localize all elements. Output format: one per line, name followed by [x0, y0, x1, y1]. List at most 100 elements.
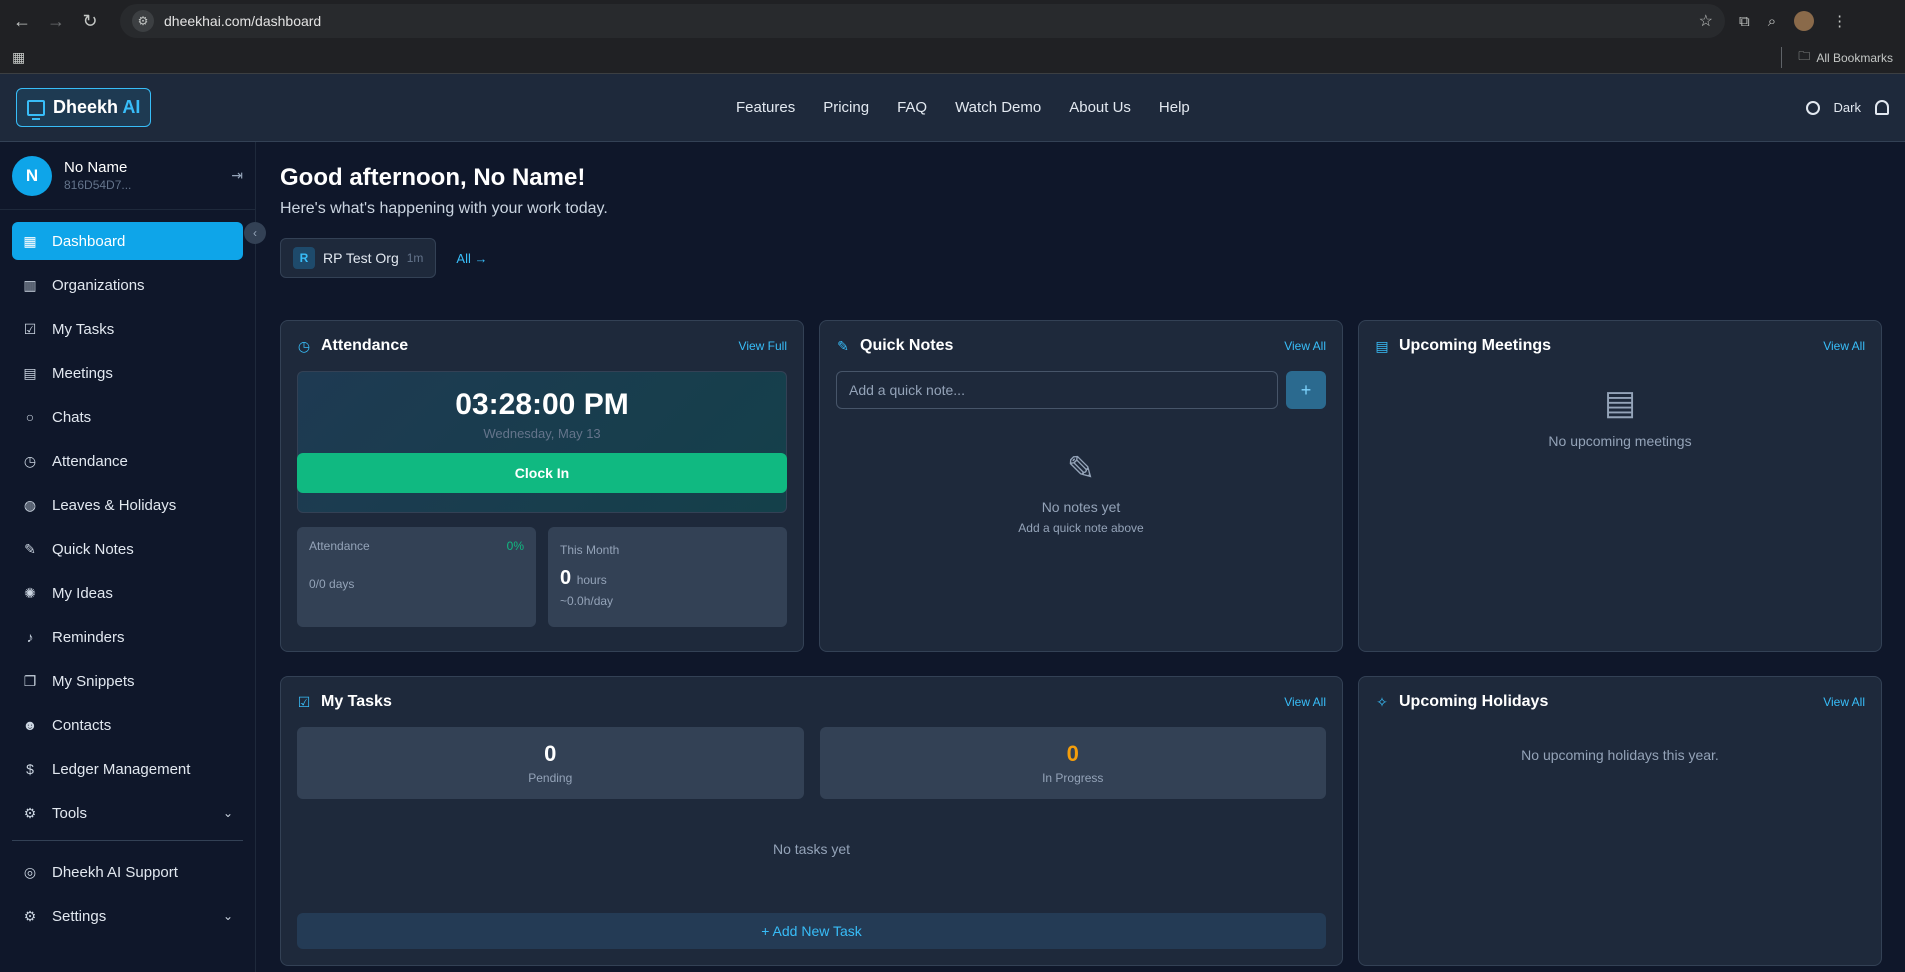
sidebar: N No Name 816D54D7... ⇥ ‹ ▦ Dashboard ▥ Or… [0, 142, 266, 972]
apps-icon[interactable]: ▦ [12, 49, 25, 66]
org-name: RP Test Org [323, 250, 399, 266]
sidebar-item-attendance[interactable]: ◷ Attendance [12, 442, 243, 480]
top-nav: Features Pricing FAQ Watch Demo About Us… [736, 99, 1190, 116]
current-time: 03:28:00 PM [455, 388, 629, 421]
attendance-percent: 0% [506, 539, 524, 553]
sidebar-item-my-ideas[interactable]: ✺ My Ideas [12, 574, 243, 612]
sidebar-item-dashboard[interactable]: ▦ Dashboard [12, 222, 243, 260]
folder-icon: 🗀 [1798, 49, 1811, 63]
current-date: Wednesday, May 13 [483, 426, 601, 441]
bulb-icon: ✺ [24, 584, 36, 601]
extensions-icon[interactable]: ⧉ [1739, 13, 1750, 30]
sidebar-item-organizations[interactable]: ▥ Organizations [12, 266, 243, 304]
nav-faq[interactable]: FAQ [897, 99, 927, 116]
monitor-icon [27, 99, 45, 120]
view-all-notes-link[interactable]: View All [1284, 339, 1326, 353]
holidays-card: ✧ Upcoming Holidays View All No upcoming… [1358, 676, 1882, 966]
card-title: Attendance [321, 337, 409, 354]
add-note-button[interactable]: + [1286, 371, 1326, 409]
calendar-icon: ▤ [23, 364, 37, 381]
address-bar[interactable]: ⚙ dheekhai.com/dashboard ☆ [120, 4, 1725, 38]
sidebar-item-leaves-holidays[interactable]: ◍ Leaves & Holidays [12, 486, 243, 524]
user-profile: N No Name 816D54D7... ⇥ [0, 142, 255, 210]
sidebar-item-contacts[interactable]: ☻ Contacts [12, 706, 243, 744]
meetings-empty-state: ▤ No upcoming meetings [1359, 383, 1881, 449]
view-all-tasks-link[interactable]: View All [1284, 695, 1326, 709]
clipboard-icon: ☑ [23, 320, 37, 337]
bookmark-star-icon[interactable]: ☆ [1699, 11, 1713, 31]
nav-pricing[interactable]: Pricing [823, 99, 869, 116]
org-all-link[interactable]: All → [456, 251, 487, 266]
view-all-holidays-link[interactable]: View All [1823, 695, 1865, 709]
forward-icon[interactable]: → [42, 7, 70, 35]
clock-in-button[interactable]: Clock In [297, 453, 787, 493]
tasks-card: ☑ My Tasks View All 0 Pending 0 In Progr… [280, 676, 1343, 966]
sun-icon[interactable] [1805, 100, 1820, 115]
chevron-down-icon: ⌄ [222, 806, 233, 820]
lifebuoy-icon: ◎ [23, 863, 37, 880]
users-icon: ☻ [22, 717, 38, 733]
user-id: 816D54D7... [64, 178, 132, 192]
add-task-button[interactable]: + Add New Task [297, 913, 1326, 949]
month-stat: This Month 0 hours ~0.0h/day [548, 527, 787, 627]
nav-watch-demo[interactable]: Watch Demo [955, 99, 1041, 116]
pending-stat: 0 Pending [297, 727, 804, 799]
in-progress-stat: 0 In Progress [819, 727, 1326, 799]
back-icon[interactable]: ← [8, 7, 36, 35]
site-info-icon[interactable]: ⚙ [132, 10, 154, 32]
chevron-down-icon: ⌄ [222, 909, 233, 923]
gear-icon: ⚙ [23, 907, 37, 924]
nav-about-us[interactable]: About Us [1069, 99, 1131, 116]
view-full-link[interactable]: View Full [739, 339, 787, 353]
edit-icon: ✎ [24, 540, 36, 557]
quick-note-input[interactable] [836, 371, 1278, 409]
browser-toolbar: ← → ↻ ⚙ dheekhai.com/dashboard ☆ ⧉ ⌕ ⋮ [0, 0, 1905, 42]
sidebar-item-reminders[interactable]: ♪ Reminders [12, 618, 243, 656]
view-all-meetings-link[interactable]: View All [1823, 339, 1865, 353]
edit-icon: ✎ [837, 337, 849, 354]
logo[interactable]: Dheekh AI [16, 88, 152, 127]
reload-icon[interactable]: ↻ [76, 7, 104, 35]
logout-icon[interactable]: ⇥ [231, 167, 243, 184]
holidays-empty-state: No upcoming holidays this year. [1521, 747, 1719, 763]
sidebar-item-chats[interactable]: ○ Chats [12, 398, 243, 436]
nav-help[interactable]: Help [1159, 99, 1190, 116]
building-icon: ▥ [23, 276, 37, 293]
all-bookmarks[interactable]: 🗀 All Bookmarks [1781, 47, 1893, 68]
page-subtitle: Here's what's happening with your work t… [280, 200, 608, 217]
calendar-icon: ▤ [1375, 337, 1389, 354]
sidebar-item-ledger-management[interactable]: $ Ledger Management [12, 750, 243, 788]
org-chip[interactable]: R RP Test Org 1m [280, 238, 437, 278]
bell-icon: ♪ [26, 629, 34, 645]
sidebar-item-quick-notes[interactable]: ✎ Quick Notes [12, 530, 243, 568]
page-title: Good afternoon, No Name! [280, 164, 586, 191]
notifications-bell-icon[interactable] [1875, 100, 1889, 115]
sidebar-item-my-snippets[interactable]: ❐ My Snippets [12, 662, 243, 700]
profile-avatar[interactable] [1794, 11, 1815, 31]
main-content: Good afternoon, No Name! Here's what's h… [256, 142, 1905, 972]
user-name: No Name [64, 159, 128, 176]
grid-icon: ▦ [23, 232, 37, 249]
copy-icon: ❐ [23, 672, 37, 689]
avatar[interactable]: N [12, 155, 52, 196]
clock-icon: ◷ [23, 452, 37, 469]
org-badge: R [293, 247, 315, 269]
tasks-empty-state: No tasks yet [772, 841, 851, 857]
sidebar-item-my-tasks[interactable]: ☑ My Tasks [12, 310, 243, 348]
calendar-icon: ▤ [1603, 384, 1637, 422]
edit-icon: ✎ [1066, 450, 1096, 488]
bookmarks-bar: ▦ 🗀 All Bookmarks [0, 42, 1905, 74]
sidebar-item-meetings[interactable]: ▤ Meetings [12, 354, 243, 392]
globe-icon: ◍ [23, 496, 37, 513]
chat-icon: ○ [25, 409, 35, 425]
menu-icon[interactable]: ⋮ [1832, 12, 1847, 30]
clock-icon: ◷ [297, 337, 311, 354]
sidebar-item-settings[interactable]: ⚙ Settings ⌄ [12, 897, 243, 935]
attendance-stat: Attendance 0% 0/0 days [297, 527, 536, 627]
sidebar-item-support[interactable]: ◎ Dheekh AI Support [12, 853, 243, 891]
theme-toggle[interactable]: Dark [1834, 100, 1861, 115]
dollar-icon: $ [26, 761, 34, 777]
nav-features[interactable]: Features [736, 99, 795, 116]
sidebar-item-tools[interactable]: ⚙ Tools ⌄ [12, 794, 243, 832]
tab-search-icon[interactable]: ⌕ [1768, 13, 1776, 30]
